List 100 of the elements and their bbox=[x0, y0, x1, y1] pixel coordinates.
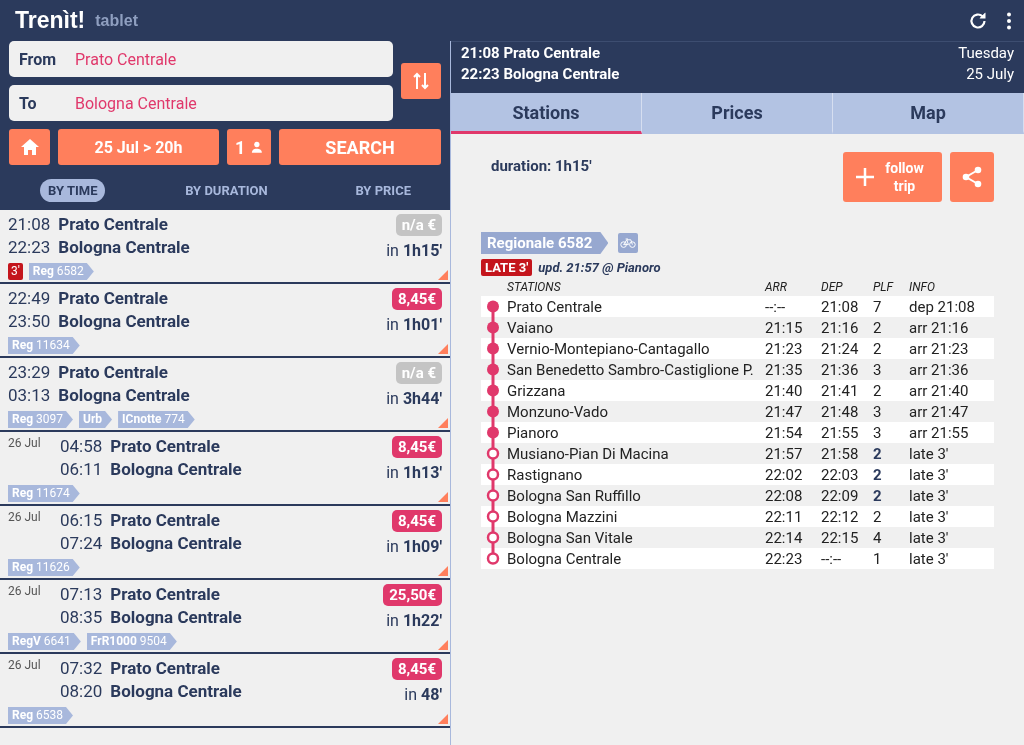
sort-tab[interactable]: BY DURATION bbox=[177, 179, 276, 202]
date-label: 26 Jul bbox=[8, 658, 42, 672]
arrival-time: 06:11 bbox=[60, 459, 103, 479]
info-text: arr 21:16 bbox=[909, 318, 970, 337]
sort-tab[interactable]: BY PRICE bbox=[347, 179, 419, 202]
info-text: late 3' bbox=[909, 528, 950, 547]
train-tag: Reg 3097 bbox=[8, 411, 73, 428]
departure-time: 22:49 bbox=[8, 288, 51, 308]
info-text: late 3' bbox=[909, 465, 950, 484]
arrival-time: --:-- bbox=[765, 297, 787, 316]
departure-time: 21:24 bbox=[821, 339, 860, 358]
station-name: Bologna Mazzini bbox=[507, 507, 619, 526]
station-name: San Benedetto Sambro-Castiglione P. bbox=[507, 360, 755, 379]
station-name: Bologna San Ruffillo bbox=[507, 486, 642, 505]
to-field[interactable]: To Bologna Centrale bbox=[9, 85, 393, 121]
trip-row[interactable]: 26 Jul 07:32 Prato Centrale 08:20 Bologna Centrale Reg 6538 8,45€ in 48' bbox=[0, 654, 450, 728]
train-tag: Reg 11674 bbox=[8, 485, 80, 502]
duration-text: in 1h01' bbox=[386, 315, 442, 334]
departure-time: 21:58 bbox=[821, 444, 860, 463]
arrival-time: 03:13 bbox=[8, 385, 51, 405]
info-text: arr 21:47 bbox=[909, 402, 970, 421]
info-text: late 3' bbox=[909, 549, 950, 568]
departure-time: 04:58 bbox=[60, 436, 103, 456]
trip-row[interactable]: 22:49 Prato Centrale 23:50 Bologna Centrale Reg 11634 8,45€ in 1h01' bbox=[0, 284, 450, 358]
platform-number: 2 bbox=[873, 465, 883, 484]
arrival-time: 22:23 bbox=[765, 549, 804, 568]
field-value: Bologna Centrale bbox=[75, 93, 197, 113]
column-header: INFO bbox=[909, 280, 936, 296]
station-name: Prato Centrale bbox=[110, 510, 220, 530]
info-text: late 3' bbox=[909, 486, 950, 505]
platform-number: 2 bbox=[873, 444, 883, 463]
arrival-time: 21:40 bbox=[765, 381, 804, 400]
arrival-time: 21:47 bbox=[765, 402, 804, 421]
field-value: Prato Centrale bbox=[75, 49, 177, 69]
info-text: dep 21:08 bbox=[909, 297, 976, 316]
detail-tab[interactable]: Prices bbox=[642, 93, 833, 134]
date-label: 26 Jul bbox=[8, 436, 42, 450]
departure-time: --:-- bbox=[821, 549, 843, 568]
station-name: Monzuno-Vado bbox=[507, 402, 609, 421]
platform-number: 7 bbox=[873, 297, 883, 316]
platform-number: 4 bbox=[873, 528, 883, 547]
trip-row[interactable]: 26 Jul 07:13 Prato Centrale 08:35 Bologna Centrale RegV 6641 FrR1000 9504 25,50€ in 1h22' bbox=[0, 580, 450, 654]
departure-time: 21:36 bbox=[821, 360, 860, 379]
platform-number: 2 bbox=[873, 507, 883, 526]
column-header: PLF bbox=[873, 280, 895, 296]
detail-tab[interactable]: Stations bbox=[451, 93, 642, 134]
arrival-time: 22:14 bbox=[765, 528, 804, 547]
price-badge: n/a € bbox=[395, 362, 442, 384]
detail-tab[interactable]: Map bbox=[833, 93, 1024, 134]
trip-row[interactable]: 23:29 Prato Centrale 03:13 Bologna Centrale Reg 3097 Urb ICnotte 774 n/a € in 3h44' bbox=[0, 358, 450, 432]
column-header: DEP bbox=[821, 280, 844, 296]
date-text: 25 July bbox=[966, 65, 1014, 83]
from-field[interactable]: From Prato Centrale bbox=[9, 41, 393, 77]
arrival-time: 22:02 bbox=[765, 465, 804, 484]
duration-text: in 1h13' bbox=[386, 463, 442, 482]
station-name: Bologna Centrale bbox=[58, 385, 190, 405]
arrival-time: 07:24 bbox=[60, 533, 103, 553]
platform-number: 3 bbox=[873, 423, 883, 442]
arrival-time: 21:35 bbox=[765, 360, 804, 379]
late-badge: LATE 3' bbox=[481, 259, 533, 276]
price-badge: n/a € bbox=[395, 214, 442, 236]
duration-text: in 48' bbox=[404, 685, 442, 704]
trip-row[interactable]: 21:08 Prato Centrale 22:23 Bologna Centrale 3' Reg 6582 n/a € in 1h15' bbox=[0, 210, 450, 284]
price-badge: 25,50€ bbox=[383, 584, 442, 606]
train-tag: Reg 6582 bbox=[28, 263, 94, 280]
duration-text: in 3h44' bbox=[386, 389, 442, 408]
platform-number: 2 bbox=[873, 486, 883, 505]
arrival-time: 22:23 bbox=[8, 237, 51, 257]
trip-row[interactable]: 26 Jul 04:58 Prato Centrale 06:11 Bologna Centrale Reg 11674 8,45€ in 1h13' bbox=[0, 432, 450, 506]
station-name: Pianoro bbox=[507, 423, 560, 442]
platform-number: 2 bbox=[873, 318, 883, 337]
arrival-time: 22:11 bbox=[765, 507, 804, 526]
departure-time: 22:09 bbox=[821, 486, 860, 505]
departure-time: 21:08 bbox=[8, 214, 51, 234]
departure-summary: 21:08 Prato Centrale bbox=[461, 44, 601, 62]
station-name: Grizzana bbox=[507, 381, 567, 400]
departure-time: 06:15 bbox=[60, 510, 103, 530]
departure-time: 22:12 bbox=[821, 507, 860, 526]
station-name: Vernio-Montepiano-Cantagallo bbox=[507, 339, 711, 358]
arrival-time: 22:08 bbox=[765, 486, 804, 505]
train-tag: ICnotte 774 bbox=[118, 411, 195, 428]
arrival-time: 23:50 bbox=[8, 311, 51, 331]
info-text: arr 21:55 bbox=[909, 423, 970, 442]
train-tag: RegV 6641 bbox=[8, 633, 81, 650]
departure-time: 21:48 bbox=[821, 402, 860, 421]
departure-time: 23:29 bbox=[8, 362, 51, 382]
info-text: arr 21:23 bbox=[909, 339, 970, 358]
sort-tab[interactable]: BY TIME bbox=[40, 179, 106, 202]
arrival-time: 21:15 bbox=[765, 318, 804, 337]
departure-time: 07:13 bbox=[60, 584, 103, 604]
price-badge: 8,45€ bbox=[391, 658, 442, 680]
price-badge: 8,45€ bbox=[391, 510, 442, 532]
price-badge: 8,45€ bbox=[391, 288, 442, 310]
station-name: Bologna Centrale bbox=[110, 533, 242, 553]
station-name: Bologna San Vitale bbox=[507, 528, 634, 547]
trip-row[interactable]: 26 Jul 06:15 Prato Centrale 07:24 Bologna Centrale Reg 11626 8,45€ in 1h09' bbox=[0, 506, 450, 580]
field-label: To bbox=[19, 93, 38, 113]
departure-time: 21:08 bbox=[821, 297, 860, 316]
duration-text: duration: 1h15' bbox=[491, 157, 592, 175]
field-label: From bbox=[19, 49, 58, 69]
